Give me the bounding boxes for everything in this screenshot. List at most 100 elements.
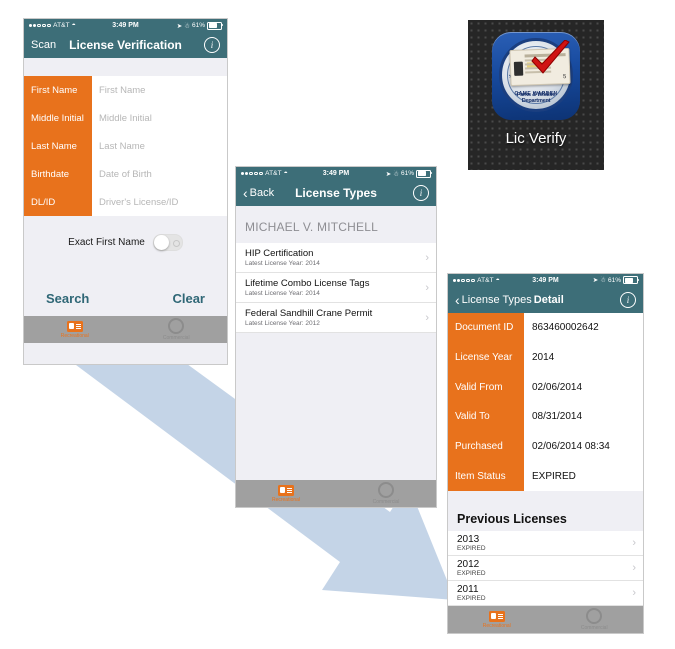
tab-label: Recreational [482, 622, 511, 629]
action-button-row: Search Clear [24, 257, 227, 316]
phone2-body: AT&T ◓ 3:49 PM ➤ ☃ 61% ‹ Back License Ty… [236, 167, 436, 507]
clear-button[interactable]: Clear [172, 291, 205, 306]
phone3-body: AT&T ◓ 3:49 PM ➤ ☃ 61% ‹ License Types D… [448, 274, 643, 633]
chevron-right-icon: › [425, 311, 429, 324]
app-icon-tile: ★ ★ GAME WARDEN Parks & Wildlife Departm… [468, 20, 604, 170]
phone2-tab-bar: Recreational Commercial [236, 480, 436, 507]
detail-label: Valid From [448, 372, 524, 402]
id-card-icon [278, 484, 294, 496]
detail-value: 2014 [524, 342, 643, 373]
first-name-input[interactable]: First Name [92, 76, 227, 104]
phone-screen-license-types: AT&T ◓ 3:49 PM ➤ ☃ 61% ‹ Back License Ty… [235, 166, 437, 508]
form-row-birthdate[interactable]: Birthdate Date of Birth [24, 160, 227, 188]
form-row-dl-id[interactable]: DL/ID Driver's License/ID [24, 188, 227, 216]
tab-commercial[interactable]: Commercial [336, 482, 436, 505]
last-name-input[interactable]: Last Name [92, 132, 227, 160]
detail-value: 02/06/2014 08:34 [524, 431, 643, 462]
wifi-icon: ◓ [71, 22, 76, 29]
detail-label: Item Status [448, 461, 524, 492]
info-icon[interactable]: i [204, 37, 220, 53]
detail-row-valid-from: Valid From 02/06/2014 [448, 372, 643, 402]
battery-percent-label: 61% [400, 170, 414, 177]
status-bar-right: ➤ ☃ 61% [592, 276, 640, 285]
status-badge: EXPIRED [524, 461, 643, 492]
tab-commercial[interactable]: Commercial [546, 608, 644, 631]
status-bar-left: AT&T ◓ [29, 22, 76, 29]
list-item[interactable]: Federal Sandhill Crane Permit Latest Lic… [236, 303, 436, 333]
list-item[interactable]: Lifetime Combo License Tags Latest Licen… [236, 273, 436, 303]
signal-dots-icon [241, 171, 264, 176]
red-checkmark-icon [531, 40, 570, 74]
list-item[interactable]: HIP Certification Latest License Year: 2… [236, 243, 436, 273]
detail-label: Purchased [448, 431, 524, 462]
ring-icon [378, 482, 394, 498]
chevron-right-icon: › [632, 587, 636, 600]
bluetooth-icon: ☃ [393, 170, 399, 178]
field-label: Birthdate [24, 160, 92, 188]
chevron-right-icon: › [425, 281, 429, 294]
form-row-last-name[interactable]: Last Name Last Name [24, 132, 227, 160]
detail-value: 08/31/2014 [524, 402, 643, 432]
signal-dots-icon [453, 278, 476, 283]
chevron-right-icon: › [425, 251, 429, 264]
phone2-nav-bar: ‹ Back License Types i [236, 180, 436, 206]
battery-icon [623, 276, 640, 285]
detail-label: Valid To [448, 402, 524, 432]
exact-first-name-toggle[interactable] [152, 234, 183, 251]
info-icon[interactable]: i [413, 185, 429, 201]
back-button[interactable]: ‹ License Types [455, 293, 532, 307]
list-item-subtitle: Latest License Year: 2014 [245, 290, 320, 297]
location-arrow-icon: ➤ [592, 277, 599, 285]
list-item-title: Lifetime Combo License Tags [245, 278, 370, 289]
previous-license-status: EXPIRED [457, 595, 486, 603]
previous-licenses-header: Previous Licenses [448, 509, 643, 532]
back-button[interactable]: ‹ Back [243, 186, 274, 200]
ring-icon [168, 318, 185, 334]
tab-recreational[interactable]: Recreational [24, 320, 126, 339]
tab-label: Commercial [580, 625, 608, 632]
phone3-nav-bar: ‹ License Types Detail i [448, 286, 643, 313]
lic-verify-app-icon[interactable]: ★ ★ GAME WARDEN Parks & Wildlife Departm… [492, 32, 580, 120]
detail-row-valid-to: Valid To 08/31/2014 [448, 402, 643, 432]
tab-label: Recreational [271, 496, 301, 503]
back-button-label: Back [249, 187, 275, 199]
info-icon[interactable]: i [620, 291, 636, 308]
phone-screen-detail: AT&T ◓ 3:49 PM ➤ ☃ 61% ‹ License Types D… [447, 273, 644, 634]
battery-icon [416, 169, 433, 178]
phone3-tab-bar: Recreational Commercial [448, 606, 643, 633]
tab-recreational[interactable]: Recreational [448, 610, 546, 629]
scan-button[interactable]: Scan [31, 39, 56, 51]
back-button-label: License Types [461, 293, 532, 306]
bluetooth-icon: ☃ [600, 277, 606, 285]
field-label: DL/ID [24, 188, 92, 216]
field-label: Middle Initial [24, 104, 92, 132]
phone1-body: AT&T ◓ 3:49 PM ➤ ☃ 61% Scan License Veri… [24, 19, 227, 364]
location-arrow-icon: ➤ [176, 22, 183, 30]
status-bar-right: ➤ ☃ 61% [386, 169, 433, 178]
form-row-middle-initial[interactable]: Middle Initial Middle Initial [24, 104, 227, 132]
dl-id-input[interactable]: Driver's License/ID [92, 188, 227, 216]
status-bar: AT&T ◓ 3:49 PM ➤ ☃ 61% [236, 167, 436, 180]
tab-commercial[interactable]: Commercial [126, 318, 228, 341]
tab-recreational[interactable]: Recreational [236, 484, 336, 503]
tab-label: Recreational [60, 332, 89, 339]
chevron-left-icon: ‹ [455, 291, 460, 308]
middle-initial-input[interactable]: Middle Initial [92, 104, 227, 132]
status-bar-left: AT&T ◓ [453, 277, 500, 284]
tab-label: Commercial [162, 335, 190, 341]
status-bar: AT&T ◓ 3:49 PM ➤ ☃ 61% [24, 19, 227, 32]
card-photo [513, 61, 524, 76]
wifi-icon: ◓ [283, 170, 288, 177]
detail-label: Document ID [448, 312, 524, 343]
birthdate-input[interactable]: Date of Birth [92, 160, 227, 188]
previous-license-row[interactable]: 2013 EXPIRED › [448, 531, 643, 557]
wifi-icon: ◓ [495, 276, 500, 284]
battery-percent-label: 61% [607, 276, 621, 284]
exact-first-name-row: Exact First Name [24, 216, 227, 257]
search-button[interactable]: Search [46, 291, 89, 306]
previous-license-row[interactable]: 2011 EXPIRED › [448, 581, 643, 607]
previous-license-row[interactable]: 2012 EXPIRED › [448, 556, 643, 582]
chevron-right-icon: › [632, 537, 636, 550]
battery-icon [207, 21, 224, 30]
form-row-first-name[interactable]: First Name First Name [24, 76, 227, 104]
